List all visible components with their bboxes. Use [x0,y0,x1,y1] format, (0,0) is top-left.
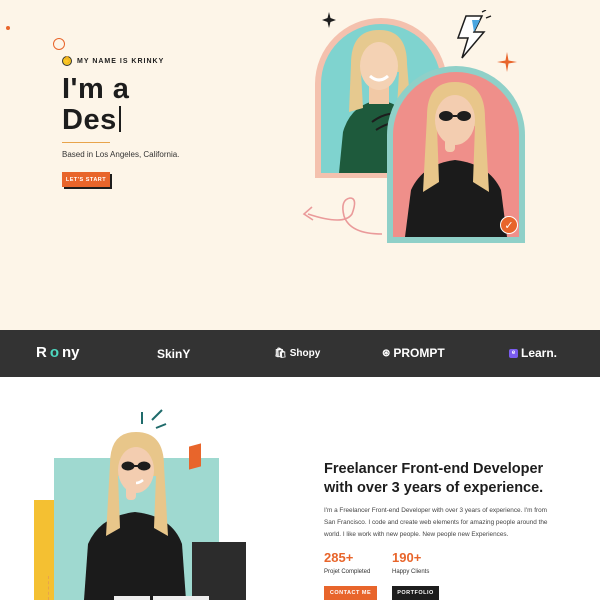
about-title-line2: with over 3 years of experience. [324,480,544,496]
lightning-icon [456,10,492,59]
hero-headline-line2: Des [62,104,121,137]
hero-location: Based in Los Angeles, California. [62,150,180,159]
decorative-dark-block [192,542,246,600]
hero-eyebrow: ✋ MY NAME IS KRINKY [62,56,164,66]
about-description-line2: San Francisco. I code and create web ele… [324,519,548,526]
stat-clients-number: 190+ [392,550,422,565]
waving-hand-icon: ✋ [62,56,72,66]
brand-logo-rony[interactable]: Ro ny [36,344,80,361]
decorative-orange-shape [189,443,201,470]
curly-arrow-decoration [302,197,383,235]
decorative-tab [114,596,150,600]
typing-caret [118,106,121,132]
brand-logo-prompt[interactable]: ⊛ PROMPT [382,346,445,360]
shopping-bag-icon: 🛍 [274,348,287,359]
sparkle-icon [322,12,336,28]
stat-projects-label: Projet Completed [324,569,371,575]
about-title-line1: Freelancer Front-end Developer [324,461,544,477]
brand-rony-r: R [36,344,47,361]
brand-skiny-label: SkinY [157,347,191,361]
brand-prompt-label: PROMPT [393,346,445,360]
decorative-yellow-block [34,500,54,600]
decorative-tab [153,596,209,600]
brand-logo-learn[interactable]: e Learn. [509,346,557,360]
brand-logo-shopy[interactable]: 🛍 Shopy [274,348,320,359]
prompt-logo-icon: ⊛ [382,347,391,359]
accent-lines-decoration [141,409,167,429]
about-description-line1: I'm a Freelancer Front-end Developer wit… [324,507,548,514]
brand-logo-skiny[interactable]: SkinY [157,347,190,361]
brand-rony-rest: ny [62,344,80,361]
lets-start-button[interactable]: LET'S START [62,172,110,187]
stat-projects-number: 285+ [324,550,354,565]
stat-clients-label: Happy Clients [392,569,430,575]
decorative-dot [6,26,10,30]
check-badge-icon: ✓ [500,216,518,234]
star-burst-icon [497,52,517,72]
decorative-dashed-line [48,576,49,600]
about-description-line3: world. I like work with new people. New … [324,531,509,538]
hero-headline-line1: I'm a [62,73,130,105]
hero-section: ✋ MY NAME IS KRINKY I'm a Des Based in L… [0,0,600,330]
contact-me-button[interactable]: CONTACT ME [324,586,377,600]
decorative-ring [53,38,65,50]
portfolio-button[interactable]: PORTFOLIO [392,586,439,600]
brand-shopy-label: Shopy [289,348,321,359]
hero-eyebrow-text: MY NAME IS KRINKY [77,57,165,65]
brand-learn-label: Learn. [521,346,558,360]
learn-logo-icon: e [509,348,518,358]
headline-underline [62,142,110,143]
about-portrait-photo [80,428,190,600]
portrait-photo-sunglasses [393,72,519,237]
brand-rony-o: o [49,344,60,361]
hero-typed-text: Des [62,104,117,136]
